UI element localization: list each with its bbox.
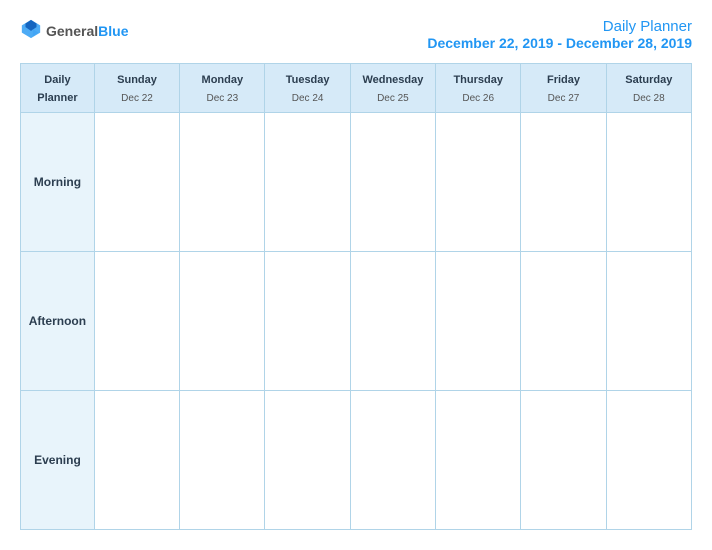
cell-afternoon-tuesday[interactable]: [265, 252, 350, 391]
cell-afternoon-wednesday[interactable]: [350, 252, 435, 391]
day-date: Dec 26: [462, 93, 494, 104]
row-evening: Evening: [21, 391, 692, 530]
cell-afternoon-monday[interactable]: [180, 252, 265, 391]
logo-blue: Blue: [98, 23, 128, 39]
cell-morning-tuesday[interactable]: [265, 113, 350, 252]
cell-morning-sunday[interactable]: [94, 113, 179, 252]
time-label-evening: Evening: [21, 391, 95, 530]
day-name: Sunday: [117, 74, 157, 86]
time-label-afternoon: Afternoon: [21, 252, 95, 391]
cell-morning-saturday[interactable]: [606, 113, 691, 252]
cell-afternoon-saturday[interactable]: [606, 252, 691, 391]
calendar-table: Daily Planner Sunday Dec 22 Monday Dec 23 Tu…: [20, 63, 692, 530]
day-name: Monday: [202, 74, 244, 86]
cell-afternoon-sunday[interactable]: [94, 252, 179, 391]
logo: GeneralBlue: [20, 18, 128, 45]
cell-evening-wednesday[interactable]: [350, 391, 435, 530]
day-date: Dec 28: [633, 93, 665, 104]
row-afternoon: Afternoon: [21, 252, 692, 391]
column-header-saturday: Saturday Dec 28: [606, 64, 691, 113]
day-name: Saturday: [625, 74, 672, 86]
cell-afternoon-thursday[interactable]: [436, 252, 521, 391]
column-header-friday: Friday Dec 27: [521, 64, 606, 113]
day-name: Thursday: [453, 74, 503, 86]
column-header-label: Daily Planner: [21, 64, 95, 113]
day-date: Dec 25: [377, 93, 409, 104]
cell-afternoon-friday[interactable]: [521, 252, 606, 391]
column-header-wednesday: Wednesday Dec 25: [350, 64, 435, 113]
column-header-monday: Monday Dec 23: [180, 64, 265, 113]
cell-evening-sunday[interactable]: [94, 391, 179, 530]
cell-evening-tuesday[interactable]: [265, 391, 350, 530]
column-header-sunday: Sunday Dec 22: [94, 64, 179, 113]
header-row: Daily Planner Sunday Dec 22 Monday Dec 23 Tu…: [21, 64, 692, 113]
cell-morning-wednesday[interactable]: [350, 113, 435, 252]
day-date: Dec 24: [292, 93, 324, 104]
cell-evening-monday[interactable]: [180, 391, 265, 530]
column-header-tuesday: Tuesday Dec 24: [265, 64, 350, 113]
time-label-morning: Morning: [21, 113, 95, 252]
cell-evening-thursday[interactable]: [436, 391, 521, 530]
cell-evening-saturday[interactable]: [606, 391, 691, 530]
day-name: Friday: [547, 74, 580, 86]
day-date: Dec 27: [548, 93, 580, 104]
cell-morning-monday[interactable]: [180, 113, 265, 252]
header-title: Daily Planner: [427, 18, 692, 35]
column-header-thursday: Thursday Dec 26: [436, 64, 521, 113]
cell-morning-thursday[interactable]: [436, 113, 521, 252]
logo-text: GeneralBlue: [46, 23, 128, 41]
day-name: Tuesday: [286, 74, 330, 86]
cell-evening-friday[interactable]: [521, 391, 606, 530]
day-date: Dec 22: [121, 93, 153, 104]
logo-icon: [20, 18, 42, 45]
header: GeneralBlue Daily Planner December 22, 2…: [20, 18, 692, 51]
header-right: Daily Planner December 22, 2019 - Decemb…: [427, 18, 692, 51]
page-container: GeneralBlue Daily Planner December 22, 2…: [0, 0, 712, 550]
cell-morning-friday[interactable]: [521, 113, 606, 252]
col-label-line1: Daily: [44, 74, 70, 86]
day-name: Wednesday: [362, 74, 423, 86]
header-dates: December 22, 2019 - December 28, 2019: [427, 35, 692, 51]
logo-general: General: [46, 23, 98, 39]
day-date: Dec 23: [206, 93, 238, 104]
row-morning: Morning: [21, 113, 692, 252]
col-label-line2: Planner: [37, 92, 77, 104]
